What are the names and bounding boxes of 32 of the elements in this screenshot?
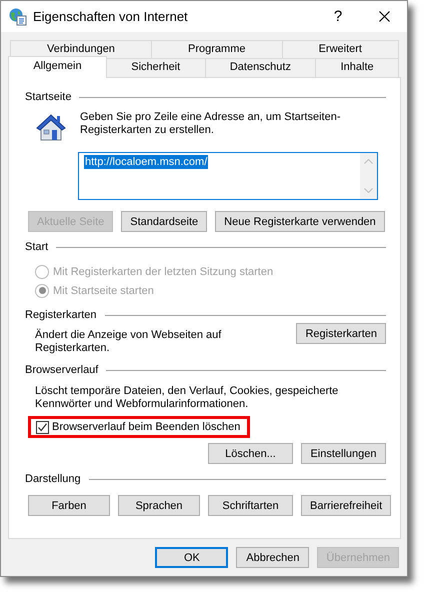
help-button[interactable]: ? — [315, 8, 361, 25]
checkbox[interactable] — [36, 420, 49, 434]
window-title: Eigenschaften von Internet — [33, 9, 189, 24]
section-heading: Registerkarten — [25, 308, 97, 322]
section-heading: Browserverlauf — [25, 363, 98, 377]
address-text: http://localoem.msn.com/ — [84, 155, 208, 169]
description-text: Ändert die Anzeige von Webseiten auf Registerkarten. — [35, 328, 222, 355]
tab[interactable]: Allgemein — [8, 56, 107, 78]
close-icon[interactable] — [378, 11, 390, 22]
section-heading: Darstellung — [25, 472, 81, 486]
history-button[interactable]: Löschen... — [208, 443, 293, 464]
dialog-button[interactable]: Abbrechen — [236, 547, 310, 568]
page-button[interactable]: Neue Registerkarte verwenden — [215, 211, 385, 232]
tabs-button[interactable]: Registerkarten — [296, 323, 386, 344]
globe-icon — [9, 8, 27, 26]
checkbox-label: Browserverlauf beim Beenden löschen — [52, 421, 240, 433]
section-heading: Startseite — [25, 90, 72, 104]
appearance-button[interactable]: Schriftarten — [208, 495, 293, 516]
tab[interactable]: Inhalte — [315, 58, 399, 77]
history-button[interactable]: Einstellungen — [301, 443, 386, 464]
section-heading: Start — [25, 240, 48, 254]
appearance-button[interactable]: Farben — [28, 495, 110, 516]
tab[interactable]: Verbindungen — [10, 40, 152, 58]
radio-label: Mit Registerkarten der letzten Sitzung starten — [53, 266, 274, 278]
dialog-button[interactable]: OK — [155, 547, 228, 568]
description-text: Geben Sie pro Zeile eine Adresse an, um Startseiten-Registerkarten zu erstellen. — [80, 111, 342, 138]
description-text: Löscht temporäre Dateien, den Verlauf, Cookies, gespeicherte Kennwörter und Webformularinformationen. — [35, 385, 340, 411]
radio-label: Mit Startseite starten — [53, 284, 154, 296]
tab[interactable]: Erweitert — [282, 40, 400, 58]
page-button[interactable]: Standardseite — [121, 211, 208, 232]
appearance-button[interactable]: Sprachen — [118, 495, 200, 516]
appearance-button[interactable]: Barrierefreiheit — [301, 495, 392, 516]
